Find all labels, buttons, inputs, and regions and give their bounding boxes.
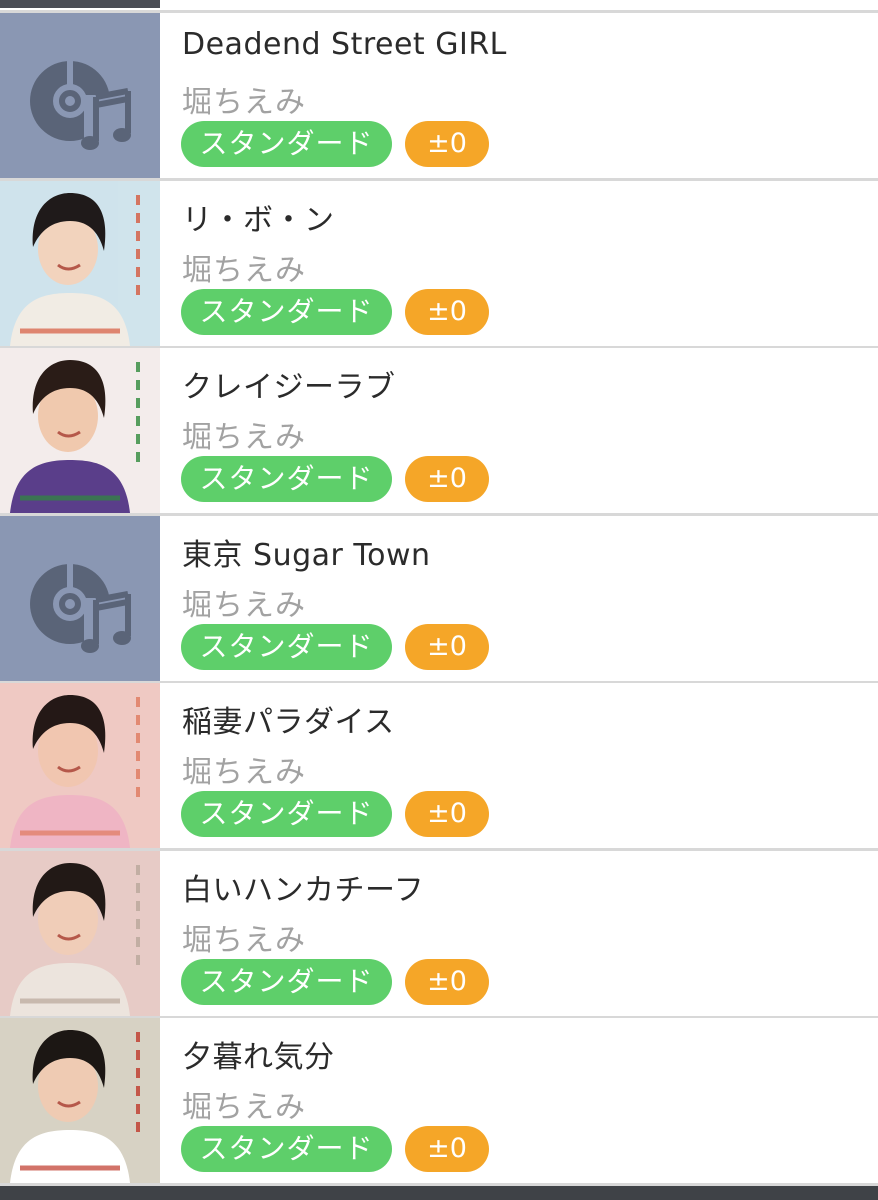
song-row[interactable]: 白いハンカチーフ 堀ちえみ スタンダード ±0 xyxy=(0,851,878,1016)
delta-badge: ±0 xyxy=(405,289,489,335)
artist-name: 堀ちえみ xyxy=(182,588,306,623)
album-cover xyxy=(0,348,160,513)
album-cover xyxy=(0,181,160,346)
song-row[interactable]: 夕暮れ気分堀ちえみ スタンダード ±0 xyxy=(0,1018,878,1183)
delta-badge: ±0 xyxy=(405,456,489,502)
song-title: リ・ボ・ン xyxy=(182,203,335,238)
cover-placeholder xyxy=(0,516,160,681)
difficulty-badge: スタンダード xyxy=(181,1126,392,1172)
disc-music-icon xyxy=(30,61,134,157)
cover-photo xyxy=(0,851,160,1016)
delta-badge: ±0 xyxy=(405,121,489,167)
artist-name: 堀ちえみ xyxy=(182,1090,306,1125)
album-cover xyxy=(0,683,160,848)
song-title: 夕暮れ気分 xyxy=(182,1040,335,1075)
artist-name: 堀ちえみ xyxy=(182,85,306,120)
delta-badge: ±0 xyxy=(405,959,489,1005)
artist-name: 堀ちえみ xyxy=(182,420,306,455)
cover-photo xyxy=(0,181,160,346)
album-cover xyxy=(0,851,160,1016)
artist-name: 堀ちえみ xyxy=(182,923,306,958)
song-title: 白いハンカチーフ xyxy=(182,873,425,908)
difficulty-badge: スタンダード xyxy=(181,456,392,502)
cover-placeholder xyxy=(0,13,160,178)
cover-photo xyxy=(0,1018,160,1183)
album-cover xyxy=(0,1018,160,1183)
song-title: 稲妻パラダイス xyxy=(182,705,395,740)
song-list: Deadend Street GIRL 堀ちえみ スタンダード ±0 リ・ボ・ン 堀ちえみ… xyxy=(0,0,878,1200)
delta-badge: ±0 xyxy=(405,1126,489,1172)
difficulty-badge: スタンダード xyxy=(181,289,392,335)
artist-name: 堀ちえみ xyxy=(182,253,306,288)
previous-row-edge xyxy=(0,0,878,10)
song-row[interactable]: リ・ボ・ン堀ちえみ スタンダード ±0 xyxy=(0,181,878,346)
delta-badge: ±0 xyxy=(405,624,489,670)
cover-photo xyxy=(0,348,160,513)
song-row[interactable]: 東京 Sugar Town 堀ちえみ スタンダード ±0 xyxy=(0,516,878,681)
disc-music-icon xyxy=(30,564,134,660)
difficulty-badge: スタンダード xyxy=(181,791,392,837)
previous-cover-edge xyxy=(0,0,160,8)
song-row[interactable]: クレイジーラブ 堀ちえみ スタンダード ±0 xyxy=(0,348,878,513)
difficulty-badge: スタンダード xyxy=(181,959,392,1005)
song-title: Deadend Street GIRL xyxy=(182,27,507,62)
delta-badge: ±0 xyxy=(405,791,489,837)
song-row[interactable]: 稲妻パラダイス 堀ちえみ スタンダード ±0 xyxy=(0,683,878,848)
bottom-bar xyxy=(0,1186,878,1200)
artist-name: 堀ちえみ xyxy=(182,755,306,790)
difficulty-badge: スタンダード xyxy=(181,624,392,670)
cover-photo xyxy=(0,683,160,848)
difficulty-badge: スタンダード xyxy=(181,121,392,167)
song-title: 東京 Sugar Town xyxy=(182,538,431,573)
song-title: クレイジーラブ xyxy=(182,370,396,405)
song-row[interactable]: Deadend Street GIRL 堀ちえみ スタンダード ±0 xyxy=(0,13,878,178)
